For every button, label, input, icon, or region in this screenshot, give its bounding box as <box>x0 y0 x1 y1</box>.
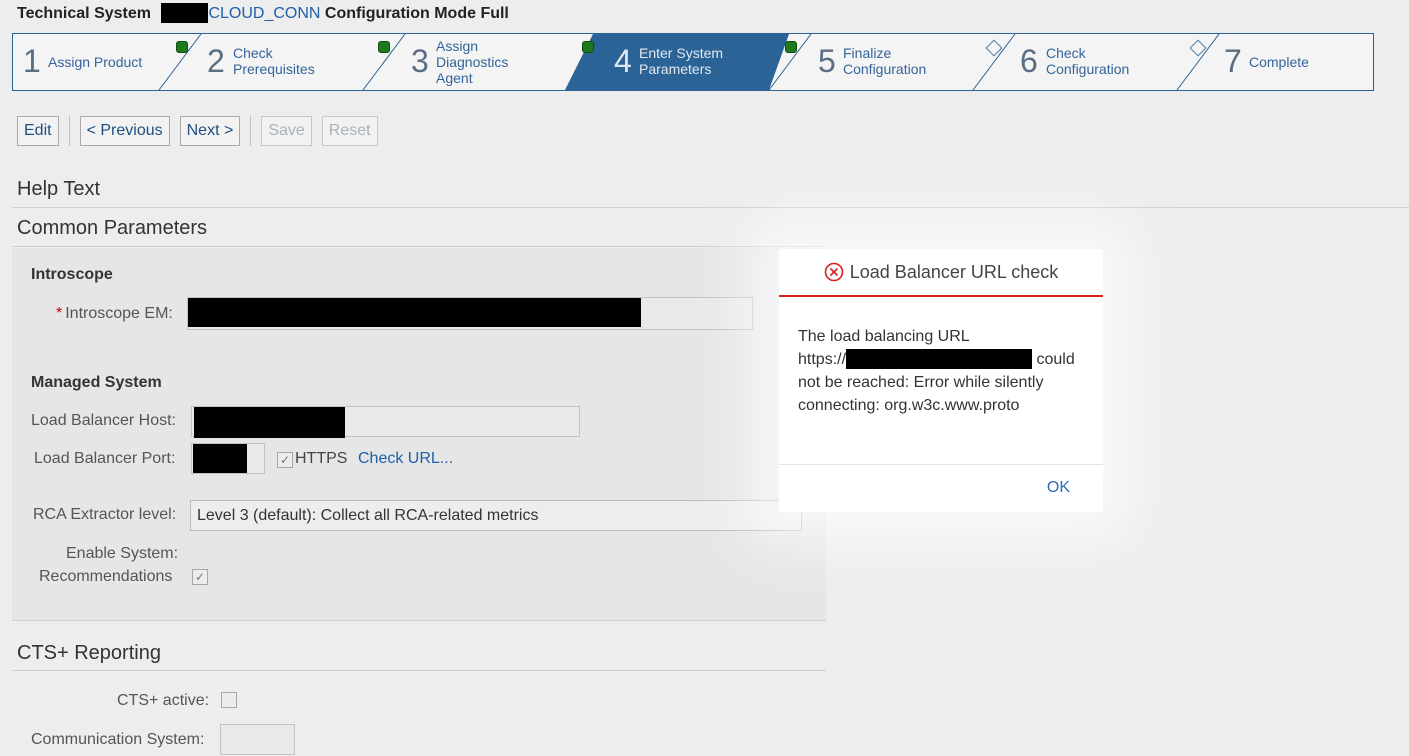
wizard-step-6[interactable]: 6 Check Configuration <box>1020 34 1210 90</box>
enable-system-label: Enable System: <box>66 545 179 562</box>
redacted-value <box>194 407 345 438</box>
load-balancer-port-input[interactable] <box>191 443 265 474</box>
message-line: The load balancing URL <box>798 328 970 345</box>
recommendations-checkbox[interactable]: ✓ <box>192 569 208 585</box>
introscope-em-input[interactable] <box>187 297 753 330</box>
toolbar-divider <box>250 116 252 146</box>
system-link[interactable]: CLOUD_CONN <box>208 5 320 22</box>
toolbar-divider <box>68 116 70 146</box>
required-marker: * <box>56 305 63 322</box>
status-complete-icon <box>582 41 594 53</box>
step-label: Check Prerequisites <box>233 45 315 77</box>
rca-extractor-select[interactable]: Level 3 (default): Collect all RCA-relat… <box>190 500 802 531</box>
page-title: Technical System CLOUD_CONN Configuratio… <box>17 3 509 24</box>
dialog-title: Load Balancer URL check <box>849 261 1059 282</box>
wizard-step-2[interactable]: 2 Check Prerequisites <box>207 34 397 90</box>
communication-system-input[interactable] <box>220 724 295 755</box>
cts-active-checkbox[interactable] <box>221 692 237 708</box>
wizard-step-4[interactable]: 4 Enter System Parameters <box>614 34 804 90</box>
step-number: 5 <box>818 43 836 79</box>
url-prefix: https:// <box>798 351 847 368</box>
status-complete-icon <box>378 41 390 53</box>
dialog-header: Load Balancer URL check <box>779 249 1103 297</box>
wizard-step-5[interactable]: 5 Finalize Configuration <box>818 34 1008 90</box>
step-number: 3 <box>411 43 429 79</box>
status-pending-icon <box>985 39 1003 57</box>
step-number: 1 <box>23 43 41 79</box>
communication-system-label: Communication System: <box>31 731 205 748</box>
step-number: 7 <box>1224 43 1242 79</box>
wizard-roadmap: 1 Assign Product 2 Check Prerequisites 3… <box>12 33 1374 91</box>
divider <box>12 207 1409 208</box>
step-label: Check Configuration <box>1046 45 1130 77</box>
toolbar: Edit < Previous Next > Save Reset <box>17 115 388 147</box>
redacted-url <box>846 348 1033 369</box>
common-parameters-heading[interactable]: Common Parameters <box>17 217 207 240</box>
message-line: not be reached: Error while silently <box>798 374 1044 391</box>
recommendations-label: Recommendations <box>39 568 173 585</box>
save-button[interactable]: Save <box>261 116 312 146</box>
step-number: 2 <box>207 43 225 79</box>
message-line: connecting: org.w3c.www.proto <box>798 397 1020 414</box>
load-balancer-url-check-dialog: Load Balancer URL check The load balanci… <box>779 249 1103 512</box>
message-line: https:// could <box>798 348 1088 371</box>
divider <box>12 670 826 671</box>
check-url-link[interactable]: Check URL... <box>358 450 453 468</box>
step-label: Assign Product <box>48 54 143 70</box>
rca-extractor-label: RCA Extractor level: <box>33 506 177 523</box>
introscope-group-title: Introscope <box>31 266 113 283</box>
help-text-heading[interactable]: Help Text <box>17 178 100 201</box>
error-icon <box>824 262 844 282</box>
load-balancer-host-label: Load Balancer Host: <box>31 412 176 429</box>
status-pending-icon <box>1189 39 1207 57</box>
introscope-em-label: * Introscope EM: <box>56 305 173 323</box>
load-balancer-host-input[interactable] <box>191 406 580 438</box>
https-checkbox[interactable]: ✓ <box>277 452 293 468</box>
redacted-value <box>188 298 641 327</box>
wizard-step-3[interactable]: 3 Assign Diagnostics Agent <box>411 34 601 90</box>
title-prefix: Technical System <box>17 5 151 23</box>
step-label: Assign Diagnostics Agent <box>436 38 509 86</box>
cts-active-label: CTS+ active: <box>117 692 210 709</box>
divider <box>12 620 826 621</box>
step-number: 4 <box>614 43 632 79</box>
wizard-step-1[interactable]: 1 Assign Product <box>23 34 193 90</box>
dialog-footer: OK <box>779 464 1103 513</box>
dialog-message: The load balancing URL https:// could no… <box>798 325 1088 417</box>
status-complete-icon <box>176 41 188 53</box>
divider <box>12 246 826 247</box>
redacted-system-id <box>161 3 209 23</box>
previous-button[interactable]: < Previous <box>79 116 170 146</box>
step-label: Complete <box>1249 54 1309 70</box>
next-button[interactable]: Next > <box>179 116 241 146</box>
introscope-em-label-text: Introscope EM: <box>65 305 173 322</box>
message-text: could <box>1036 351 1075 368</box>
cts-reporting-heading[interactable]: CTS+ Reporting <box>17 642 161 665</box>
step-number: 6 <box>1020 43 1038 79</box>
edit-button[interactable]: Edit <box>17 116 59 146</box>
title-suffix: Configuration Mode Full <box>324 5 509 23</box>
https-label: HTTPS <box>295 450 348 467</box>
ok-button[interactable]: OK <box>1047 479 1070 497</box>
managed-system-group-title: Managed System <box>31 374 162 391</box>
status-complete-icon <box>785 41 797 53</box>
step-label: Finalize Configuration <box>843 45 927 77</box>
load-balancer-port-label: Load Balancer Port: <box>34 450 176 467</box>
wizard-step-7[interactable]: 7 Complete <box>1224 34 1364 90</box>
reset-button[interactable]: Reset <box>321 116 378 146</box>
step-label: Enter System Parameters <box>639 45 724 77</box>
redacted-value <box>193 444 247 473</box>
